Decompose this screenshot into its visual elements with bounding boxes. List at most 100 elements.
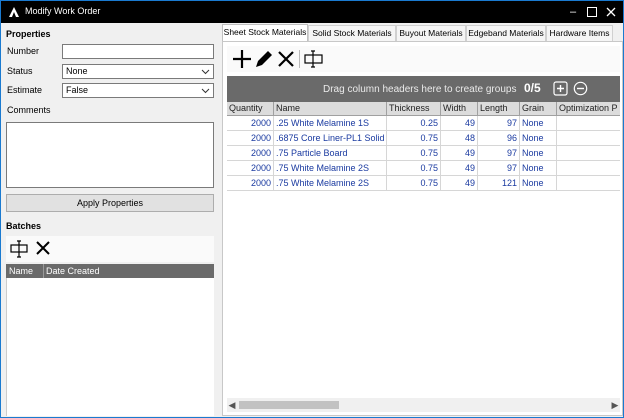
- estimate-select[interactable]: False: [62, 83, 214, 98]
- materials-toolbar: [227, 46, 620, 72]
- sheet-stock-grid: Quantity Name Thickness Width Length Gra…: [227, 102, 620, 386]
- cell-thickness[interactable]: 0.75: [387, 146, 441, 161]
- cell-width[interactable]: 48: [441, 131, 478, 146]
- tab-edgeband-materials[interactable]: Edgeband Materials: [466, 25, 546, 41]
- cell-name[interactable]: .75 White Melamine 2S: [274, 176, 387, 191]
- cell-length[interactable]: 97: [478, 146, 520, 161]
- batch-edit-icon[interactable]: [10, 239, 30, 259]
- group-by-area[interactable]: Drag column headers here to create group…: [227, 76, 620, 102]
- status-value: None: [66, 66, 88, 76]
- cell-quantity[interactable]: 2000: [227, 131, 274, 146]
- cell-length[interactable]: 97: [478, 161, 520, 176]
- table-row[interactable]: 2000 .25 White Melamine 1S 0.25 49 97 No…: [227, 116, 620, 131]
- number-input[interactable]: [62, 44, 214, 59]
- sheet-stock-content: Drag column headers here to create group…: [222, 41, 623, 416]
- cell-width[interactable]: 49: [441, 176, 478, 191]
- col-width[interactable]: Width: [441, 102, 478, 116]
- cell-width[interactable]: 49: [441, 146, 478, 161]
- group-count: 0/5: [524, 81, 541, 95]
- estimate-label: Estimate: [7, 85, 43, 95]
- cell-thickness[interactable]: 0.25: [387, 116, 441, 131]
- col-grain[interactable]: Grain: [520, 102, 557, 116]
- cell-name[interactable]: .25 White Melamine 1S: [274, 116, 387, 131]
- estimate-value: False: [66, 85, 89, 95]
- group-hint: Drag column headers here to create group…: [323, 84, 517, 95]
- apply-properties-button[interactable]: Apply Properties: [6, 194, 214, 212]
- table-row[interactable]: 2000 .75 White Melamine 2S 0.75 49 121 N…: [227, 176, 620, 191]
- grid-header: Quantity Name Thickness Width Length Gra…: [227, 102, 620, 116]
- comments-label: Comments: [7, 105, 51, 115]
- materials-tabs: Sheet Stock Materials Solid Stock Materi…: [222, 24, 623, 42]
- tab-solid-stock-materials[interactable]: Solid Stock Materials: [308, 25, 396, 41]
- cell-grain[interactable]: None: [520, 146, 557, 161]
- cell-length[interactable]: 121: [478, 176, 520, 191]
- scroll-thumb[interactable]: [239, 401, 339, 409]
- tab-buyout-materials[interactable]: Buyout Materials: [396, 25, 466, 41]
- cell-name[interactable]: .6875 Core Liner-PL1 Solid: [274, 131, 387, 146]
- cell-quantity[interactable]: 2000: [227, 176, 274, 191]
- scroll-right-icon[interactable]: ▶: [610, 399, 620, 411]
- expand-all-icon[interactable]: [553, 81, 568, 96]
- cell-thickness[interactable]: 0.75: [387, 161, 441, 176]
- cell-grain[interactable]: None: [520, 176, 557, 191]
- scroll-left-icon[interactable]: ◀: [227, 399, 237, 411]
- cell-name[interactable]: .75 Particle Board: [274, 146, 387, 161]
- cell-grain[interactable]: None: [520, 131, 557, 146]
- cell-grain[interactable]: None: [520, 161, 557, 176]
- cell-optimization[interactable]: [557, 116, 620, 131]
- cell-thickness[interactable]: 0.75: [387, 131, 441, 146]
- chevron-down-icon: [201, 88, 210, 94]
- cell-width[interactable]: 49: [441, 116, 478, 131]
- cell-grain[interactable]: None: [520, 116, 557, 131]
- add-icon[interactable]: [231, 48, 253, 70]
- tab-sheet-stock-materials[interactable]: Sheet Stock Materials: [222, 24, 308, 42]
- minimize-icon[interactable]: –: [565, 4, 581, 20]
- batches-header: Name Date Created: [6, 264, 214, 278]
- cell-optimization[interactable]: [557, 146, 620, 161]
- batches-heading: Batches: [6, 221, 42, 231]
- window-title: Modify Work Order: [25, 6, 101, 16]
- column-chooser-icon[interactable]: [303, 48, 325, 70]
- col-thickness[interactable]: Thickness: [387, 102, 441, 116]
- properties-panel: Properties Number Status None Estimate F…: [2, 24, 217, 416]
- cell-thickness[interactable]: 0.75: [387, 176, 441, 191]
- cell-quantity[interactable]: 2000: [227, 146, 274, 161]
- cell-length[interactable]: 97: [478, 116, 520, 131]
- horizontal-scrollbar[interactable]: ◀ ▶: [227, 398, 620, 412]
- maximize-icon[interactable]: [584, 4, 600, 20]
- title-bar[interactable]: Modify Work Order –: [1, 1, 623, 23]
- cell-optimization[interactable]: [557, 131, 620, 146]
- cell-optimization[interactable]: [557, 176, 620, 191]
- properties-heading: Properties: [6, 29, 51, 39]
- batch-col-date-created[interactable]: Date Created: [46, 266, 100, 276]
- modify-work-order-window: Modify Work Order – Properties Number St…: [0, 0, 624, 418]
- batch-col-name[interactable]: Name: [9, 266, 33, 276]
- cell-optimization[interactable]: [557, 161, 620, 176]
- col-name[interactable]: Name: [274, 102, 387, 116]
- table-row[interactable]: 2000 .75 Particle Board 0.75 49 97 None: [227, 146, 620, 161]
- col-optimization[interactable]: Optimization P: [557, 102, 620, 116]
- chevron-down-icon: [201, 69, 210, 75]
- close-icon[interactable]: [603, 4, 619, 20]
- cell-quantity[interactable]: 2000: [227, 116, 274, 131]
- delete-icon[interactable]: [275, 48, 297, 70]
- delete-batch-icon[interactable]: [34, 239, 52, 257]
- cell-quantity[interactable]: 2000: [227, 161, 274, 176]
- status-label: Status: [7, 66, 33, 76]
- tab-hardware-items[interactable]: Hardware Items: [546, 25, 613, 41]
- batches-toolbar: [6, 236, 214, 262]
- col-length[interactable]: Length: [478, 102, 520, 116]
- cell-length[interactable]: 96: [478, 131, 520, 146]
- cell-width[interactable]: 49: [441, 161, 478, 176]
- app-logo-icon: [9, 7, 19, 17]
- batches-list[interactable]: [6, 278, 214, 416]
- collapse-all-icon[interactable]: [573, 81, 588, 96]
- col-quantity[interactable]: Quantity: [227, 102, 274, 116]
- table-row[interactable]: 2000 .75 White Melamine 2S 0.75 49 97 No…: [227, 161, 620, 176]
- edit-pencil-icon[interactable]: [253, 48, 275, 70]
- status-select[interactable]: None: [62, 64, 214, 79]
- number-label: Number: [7, 46, 40, 56]
- cell-name[interactable]: .75 White Melamine 2S: [274, 161, 387, 176]
- table-row[interactable]: 2000 .6875 Core Liner-PL1 Solid 0.75 48 …: [227, 131, 620, 146]
- comments-textarea[interactable]: [6, 122, 214, 188]
